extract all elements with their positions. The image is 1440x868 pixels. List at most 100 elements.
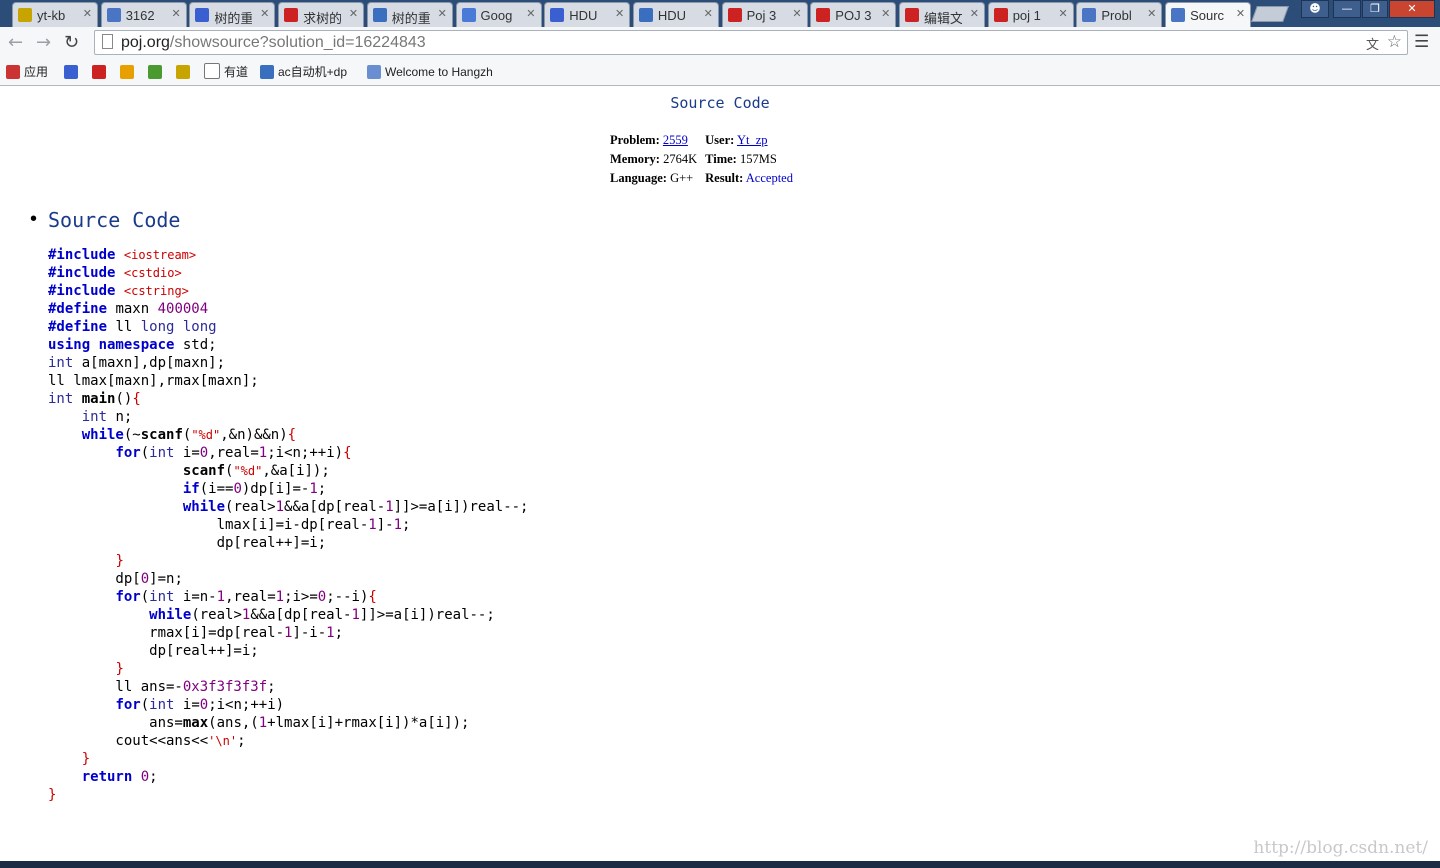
time-value: 157MS: [739, 151, 777, 166]
user-icon[interactable]: ☻: [1301, 0, 1329, 18]
tab-title: 编辑文: [924, 11, 962, 26]
tab[interactable]: poj 1 ✕: [987, 2, 1074, 27]
close-tab-icon[interactable]: ✕: [1236, 7, 1245, 20]
paw-icon: [195, 8, 210, 22]
bookmark-label: ac自动机+dp: [278, 65, 348, 79]
bookmark-star-icon[interactable]: ☆: [1387, 32, 1402, 52]
user-label: User:: [705, 132, 735, 147]
leaf-icon: [148, 65, 162, 79]
submission-info: Problem: 2559 User: Yt_zp Memory: 2764K …: [610, 132, 801, 189]
back-icon[interactable]: ←: [8, 32, 23, 53]
tab-title: 3162: [125, 8, 155, 23]
tab-title: 树的重: [214, 11, 253, 26]
tab-title: HDU: [569, 8, 598, 23]
poj-icon: [106, 8, 121, 22]
close-tab-icon[interactable]: ✕: [260, 7, 269, 20]
paw-icon: [550, 8, 565, 22]
tab-title: Poj 3: [746, 8, 777, 23]
tab[interactable]: 树的重 ✕: [189, 2, 276, 27]
bookmark-item[interactable]: [176, 63, 194, 81]
watermark: http://blog.csdn.net/: [1253, 838, 1428, 858]
user-link[interactable]: Yt_zp: [737, 133, 768, 147]
bookmark-item[interactable]: [120, 63, 138, 81]
bookmarks-bar: 应用 有道 ac自动机+dp Welcome to Hangzh: [0, 59, 1440, 86]
new-tab-button[interactable]: [1251, 6, 1289, 22]
minimize-button[interactable]: —: [1333, 0, 1361, 18]
time-label: Time:: [705, 151, 737, 166]
close-tab-icon[interactable]: ✕: [615, 7, 624, 20]
result-label: Result:: [705, 170, 744, 185]
url-text[interactable]: poj.org/showsource?solution_id=16224843: [121, 34, 426, 52]
tab[interactable]: Sourc ✕: [1165, 2, 1252, 27]
bookmark-label: 应用: [24, 65, 49, 79]
bookmark-item[interactable]: 有道: [204, 63, 248, 81]
tab[interactable]: 求树的 ✕: [278, 2, 365, 27]
page-icon: [204, 63, 220, 79]
result-value: Accepted: [745, 170, 793, 185]
bookmark-item[interactable]: ac自动机+dp: [260, 63, 347, 81]
bookmark-item[interactable]: 应用: [6, 63, 48, 81]
tab[interactable]: 树的重 ✕: [366, 2, 453, 27]
browser-toolbar: ← → ↻ poj.org/showsource?solution_id=162…: [0, 27, 1440, 59]
close-tab-icon[interactable]: ✕: [970, 7, 979, 20]
bookmark-label: 有道: [224, 65, 249, 79]
close-tab-icon[interactable]: ✕: [881, 7, 890, 20]
apps-grid-icon: [6, 65, 20, 79]
tab[interactable]: 3162 ✕: [100, 2, 187, 27]
tab-title: 树的重: [391, 11, 430, 26]
source-section-title: Source Code: [48, 208, 181, 232]
language-label: Language:: [610, 170, 667, 185]
problem-link[interactable]: 2559: [663, 133, 688, 147]
bookmark-item[interactable]: [64, 63, 82, 81]
bookmark-item[interactable]: Welcome to Hangzh: [367, 63, 493, 81]
swirl-icon: [120, 65, 134, 79]
bookmark-item[interactable]: [92, 63, 110, 81]
csdn-icon: [727, 8, 742, 22]
browser-icon: [638, 8, 653, 22]
url-path: /showsource?solution_id=16224843: [169, 34, 426, 51]
tab[interactable]: Probl ✕: [1076, 2, 1163, 27]
close-tab-icon[interactable]: ✕: [349, 7, 358, 20]
translate-icon[interactable]: 文: [1366, 34, 1379, 53]
memory-label: Memory:: [610, 151, 660, 166]
problem-label: Problem:: [610, 132, 660, 147]
tab-strip: yt-kb ✕ 3162 ✕ 树的重 ✕ 求树的 ✕ 树的重 ✕ Goog ✕ HDU ✕ HDU ✕ Poj …: [0, 0, 1440, 27]
reload-icon[interactable]: ↻: [64, 32, 79, 53]
maximize-button[interactable]: ❐: [1362, 0, 1388, 18]
tab[interactable]: 编辑文 ✕: [899, 2, 985, 27]
smiley-icon: [176, 65, 190, 79]
tab-title: poj 1: [1012, 8, 1041, 23]
forward-icon[interactable]: →: [36, 32, 51, 53]
csdn-icon: [92, 65, 106, 79]
tab-title: POJ 3: [835, 8, 872, 23]
bookmark-item[interactable]: [148, 63, 166, 81]
tab[interactable]: HDU ✕: [544, 2, 631, 27]
close-window-button[interactable]: ✕: [1389, 0, 1435, 18]
page-title: Source Code: [670, 94, 770, 112]
close-tab-icon[interactable]: ✕: [171, 7, 180, 20]
tab[interactable]: POJ 3 ✕: [810, 2, 897, 27]
address-bar[interactable]: poj.org/showsource?solution_id=16224843 …: [94, 30, 1408, 55]
close-tab-icon[interactable]: ✕: [1147, 7, 1156, 20]
close-tab-icon[interactable]: ✕: [526, 7, 535, 20]
csdn-icon: [816, 8, 831, 22]
paw-icon: [64, 65, 78, 79]
close-tab-icon[interactable]: ✕: [1058, 7, 1067, 20]
tab[interactable]: HDU ✕: [632, 2, 719, 27]
tab[interactable]: yt-kb ✕: [12, 2, 98, 27]
tab[interactable]: Poj 3 ✕: [721, 2, 808, 27]
close-tab-icon[interactable]: ✕: [792, 7, 801, 20]
smiley-icon: [18, 8, 32, 22]
globe-icon: [367, 65, 381, 79]
tab-title: 求树的: [303, 11, 342, 26]
close-tab-icon[interactable]: ✕: [438, 7, 447, 20]
close-tab-icon[interactable]: ✕: [83, 7, 92, 20]
close-tab-icon[interactable]: ✕: [704, 7, 713, 20]
menu-icon[interactable]: ☰: [1414, 32, 1429, 52]
google-translate-icon: [461, 8, 476, 22]
language-value: G++: [670, 170, 694, 185]
tab-title: Goog: [480, 8, 513, 23]
poj-icon: [1082, 8, 1097, 22]
browser-icon: [260, 65, 274, 79]
tab[interactable]: Goog ✕: [455, 2, 542, 27]
